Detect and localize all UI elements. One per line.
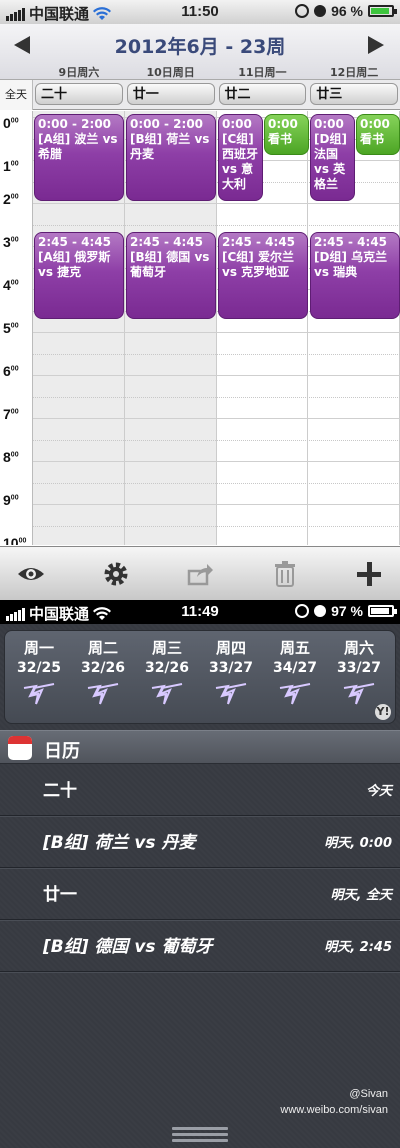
half-hour-gridline bbox=[33, 353, 400, 355]
hour-label: 500 bbox=[3, 320, 19, 336]
trash-icon bbox=[274, 560, 295, 587]
notification-item[interactable]: 二十 今天 bbox=[0, 764, 400, 816]
day-name[interactable]: 12日周二 bbox=[308, 64, 400, 79]
hour-gridline bbox=[33, 418, 400, 419]
notification-center: 周一 32/25 周二 32/26 周三 32/26 周四 33/27 周五 34/27 … bbox=[0, 624, 400, 1148]
hour-label: 600 bbox=[3, 363, 19, 379]
hour-label: 000 bbox=[3, 115, 19, 131]
battery-percent: 96 % bbox=[331, 3, 363, 19]
calendar-header: 2012年6月 - 23周 9日周六 10日周日 11日周一 12日周二 bbox=[0, 24, 400, 80]
hour-gridline bbox=[33, 504, 400, 505]
weather-day: 周四 33/27 bbox=[201, 637, 261, 710]
weather-day: 周一 32/25 bbox=[9, 637, 69, 710]
half-hour-gridline bbox=[33, 396, 400, 398]
share-button[interactable] bbox=[183, 557, 217, 591]
hour-label: 100 bbox=[3, 158, 19, 174]
calendar-event[interactable]: 2:45 - 4:45 [A组] 俄罗斯 vs 捷克 bbox=[34, 232, 124, 319]
calendar-event[interactable]: 0:00 - 2:00 [A组] 波兰 vs 希腊 bbox=[34, 114, 124, 201]
hour-label: 200 bbox=[3, 191, 19, 207]
plus-icon bbox=[357, 561, 381, 586]
hour-gridline bbox=[33, 461, 400, 462]
hour-gridline bbox=[33, 203, 400, 204]
hour-labels: 000 100 200 300 400 500 600 700 800 900 … bbox=[0, 111, 33, 545]
thunderstorm-icon bbox=[279, 683, 311, 705]
yahoo-badge-icon[interactable]: Y! bbox=[375, 704, 391, 720]
calendar-event[interactable]: 0:00 [C组] 西班牙 vs 意大利 bbox=[218, 114, 263, 201]
calendar-event[interactable]: 2:45 - 4:45 [C组] 爱尔兰 vs 克罗地亚 bbox=[218, 232, 308, 319]
allday-event[interactable]: 廿一 bbox=[126, 83, 215, 105]
calendar-title: 2012年6月 - 23周 bbox=[114, 36, 286, 58]
hour-gridline bbox=[33, 375, 400, 376]
calendar-event[interactable]: 0:00 - 2:00 [B组] 荷兰 vs 丹麦 bbox=[126, 114, 216, 201]
thunderstorm-icon bbox=[87, 683, 119, 705]
rotation-lock-icon bbox=[295, 604, 310, 618]
status-bar: 中国联通 11:50 96 % bbox=[0, 0, 400, 24]
gear-icon bbox=[104, 562, 127, 585]
half-hour-gridline bbox=[33, 439, 400, 441]
thunderstorm-icon bbox=[151, 683, 183, 705]
notification-item[interactable]: [B组] 德国 vs 葡萄牙 明天, 2:45 bbox=[0, 920, 400, 972]
calendar-event[interactable]: 0:00 看书 bbox=[356, 114, 400, 155]
arrow-right-icon bbox=[368, 36, 384, 54]
hour-gridline bbox=[33, 332, 400, 333]
rotation-lock-icon bbox=[295, 4, 310, 18]
drag-handle[interactable] bbox=[172, 1124, 228, 1148]
weather-day: 周三 32/26 bbox=[137, 637, 197, 710]
hour-label: 800 bbox=[3, 449, 19, 465]
weather-day: 周二 32/26 bbox=[73, 637, 133, 710]
next-week-button[interactable] bbox=[366, 34, 386, 56]
hour-label: 300 bbox=[3, 234, 19, 250]
hour-label: 1000 bbox=[3, 535, 27, 545]
alarm-icon bbox=[314, 5, 327, 17]
calendar-event[interactable]: 0:00 [D组] 法国 vs 英格兰 bbox=[310, 114, 355, 201]
weather-day: 周六 33/27 bbox=[329, 637, 389, 710]
allday-event[interactable]: 二十 bbox=[35, 83, 123, 105]
delete-button[interactable] bbox=[268, 557, 302, 591]
status-right: 96 % bbox=[295, 3, 397, 19]
battery-icon bbox=[368, 5, 397, 17]
bottom-toolbar bbox=[0, 546, 400, 600]
weather-day: 周五 34/27 bbox=[265, 637, 325, 710]
calendar-event[interactable]: 0:00 看书 bbox=[264, 114, 309, 155]
alarm-icon bbox=[314, 605, 327, 617]
add-event-button[interactable] bbox=[352, 557, 386, 591]
view-button[interactable] bbox=[14, 557, 48, 591]
weather-widget[interactable]: 周一 32/25 周二 32/26 周三 32/26 周四 33/27 周五 34/27 … bbox=[4, 630, 396, 724]
status-bar-notification: 中国联通 11:49 97 % bbox=[0, 600, 400, 624]
calendar-section-header[interactable]: 日历 bbox=[0, 730, 400, 764]
day-name[interactable]: 11日周一 bbox=[217, 64, 309, 79]
allday-row: 全天 二十 廿一 廿二 廿三 bbox=[0, 80, 400, 110]
share-icon bbox=[187, 563, 213, 585]
thunderstorm-icon bbox=[23, 683, 55, 705]
calendar-event[interactable]: 2:45 - 4:45 [D组] 乌克兰 vs 瑞典 bbox=[310, 232, 400, 319]
settings-button[interactable] bbox=[99, 557, 133, 591]
day-name[interactable]: 9日周六 bbox=[33, 64, 125, 79]
hour-label: 400 bbox=[3, 277, 19, 293]
battery-icon bbox=[368, 605, 397, 617]
watermark-handle: @Sivan bbox=[349, 1088, 388, 1100]
section-title: 日历 bbox=[44, 741, 80, 762]
watermark-url: www.weibo.com/sivan bbox=[280, 1104, 388, 1116]
thunderstorm-icon bbox=[215, 683, 247, 705]
battery-percent: 97 % bbox=[331, 603, 363, 619]
day-name[interactable]: 10日周日 bbox=[125, 64, 217, 79]
eye-icon bbox=[18, 567, 44, 580]
allday-event[interactable]: 廿三 bbox=[310, 83, 398, 105]
half-hour-gridline bbox=[33, 525, 400, 527]
calendar-app-icon bbox=[8, 736, 32, 760]
notification-item[interactable]: 廿一 明天, 全天 bbox=[0, 868, 400, 920]
week-grid[interactable]: 000 100 200 300 400 500 600 700 800 900 … bbox=[0, 111, 400, 545]
hour-label: 900 bbox=[3, 492, 19, 508]
half-hour-gridline bbox=[33, 224, 400, 226]
allday-label: 全天 bbox=[0, 80, 33, 110]
hour-label: 700 bbox=[3, 406, 19, 422]
thunderstorm-icon bbox=[343, 683, 375, 705]
day-names: 9日周六 10日周日 11日周一 12日周二 bbox=[33, 64, 400, 79]
notification-item[interactable]: [B组] 荷兰 vs 丹麦 明天, 0:00 bbox=[0, 816, 400, 868]
half-hour-gridline bbox=[33, 482, 400, 484]
allday-event[interactable]: 廿二 bbox=[218, 83, 307, 105]
calendar-event[interactable]: 2:45 - 4:45 [B组] 德国 vs 葡萄牙 bbox=[126, 232, 216, 319]
